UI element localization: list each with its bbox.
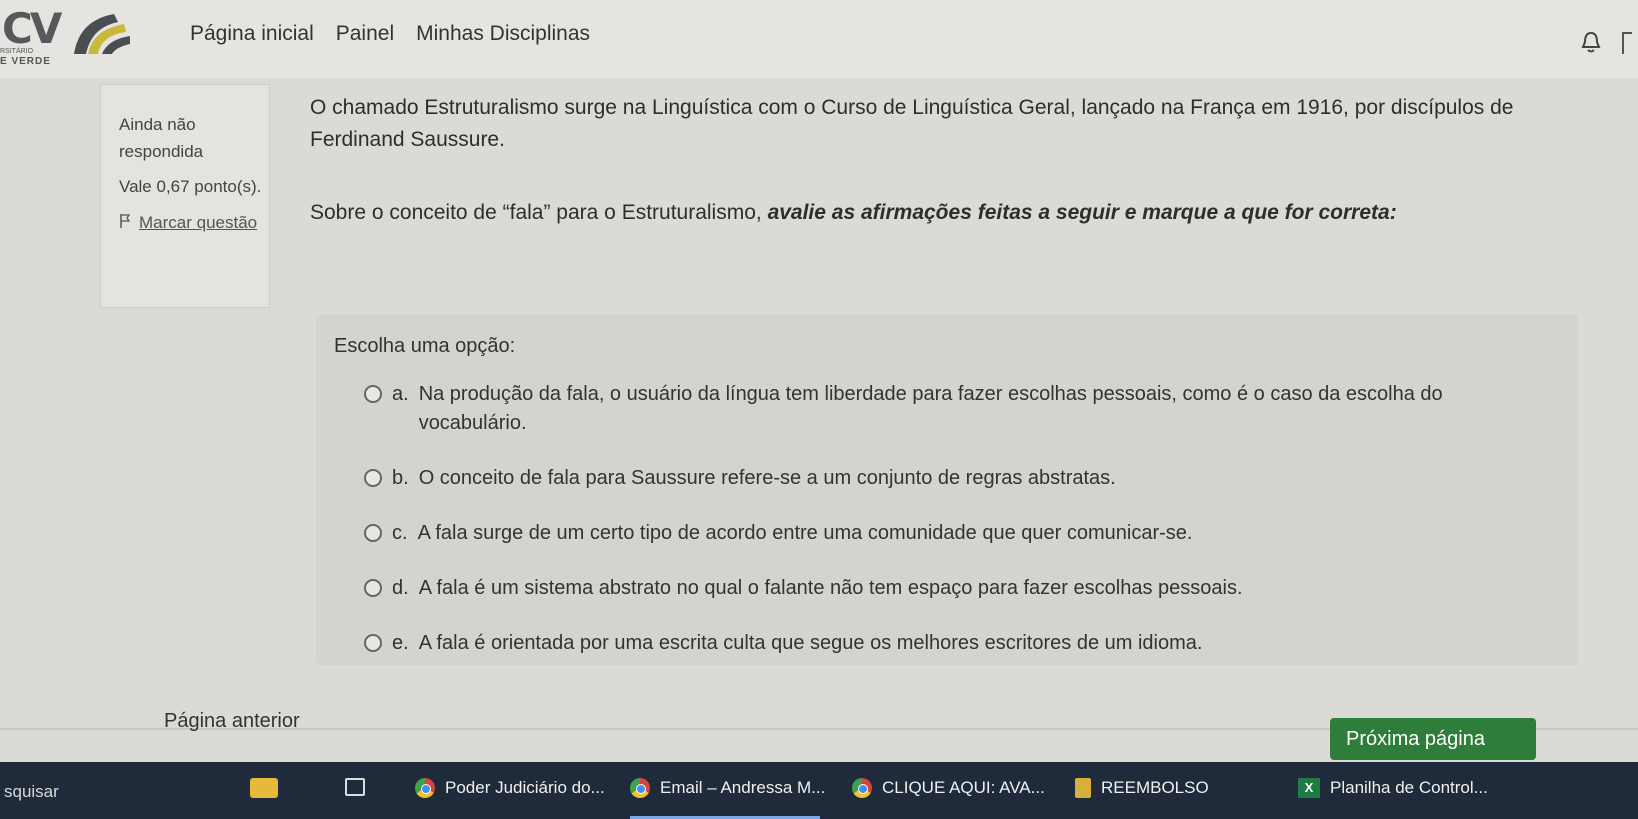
flag-question-label: Marcar questão [139, 212, 258, 232]
bell-icon[interactable] [1580, 30, 1602, 54]
chrome-icon [852, 778, 872, 798]
option-text: A fala é um sistema abstrato no qual o f… [418, 577, 1243, 599]
flag-icon [120, 213, 131, 228]
taskbar-item-reembolso[interactable]: REEMBOLSO [1075, 778, 1209, 798]
radio-button[interactable] [364, 524, 382, 542]
question-paragraph-1: O chamado Estruturalismo surge na Linguí… [310, 96, 1514, 151]
option-letter: d. [392, 577, 409, 599]
user-menu-edge[interactable] [1622, 32, 1632, 54]
taskbar-file-explorer[interactable] [250, 778, 278, 798]
nav-link-home[interactable]: Página inicial [190, 22, 314, 46]
option-letter: a. [392, 383, 409, 405]
logo-small-text: RSITÁRIO [0, 48, 34, 55]
option-text: O conceito de fala para Saussure refere-… [418, 467, 1116, 489]
question-paragraph-2-emphasis: avalie as afirmações feitas a seguir e m… [767, 201, 1397, 224]
question-text: O chamado Estruturalismo surge na Linguí… [310, 92, 1600, 229]
excel-icon: X [1298, 778, 1320, 798]
radio-button[interactable] [364, 634, 382, 652]
option-letter: e. [392, 632, 409, 654]
taskbar-search[interactable]: squisar [0, 772, 230, 808]
answer-option-a[interactable]: a. Na produção da fala, o usuário da lín… [364, 380, 1560, 438]
option-letter: b. [392, 467, 409, 489]
option-text: Na produção da fala, o usuário da língua… [418, 383, 1443, 434]
radio-button[interactable] [364, 579, 382, 597]
site-logo[interactable]: CV RSITÁRIO E VERDE [0, 4, 150, 67]
logo-bottom-text: E VERDE [0, 56, 51, 67]
taskbar-item-label: Poder Judiciário do... [445, 778, 605, 797]
nav-link-my-courses[interactable]: Minhas Disciplinas [416, 22, 590, 46]
answer-option-d[interactable]: d. A fala é um sistema abstrato no qual … [364, 574, 1560, 603]
taskbar-item-poder-judiciario[interactable]: Poder Judiciário do... [415, 778, 605, 798]
logo-mark-icon [74, 14, 130, 54]
nav-links: Página inicial Painel Minhas Disciplinas [190, 22, 590, 46]
answer-prompt: Escolha uma opção: [334, 335, 516, 357]
option-text: A fala surge de um certo tipo de acordo … [417, 522, 1193, 544]
taskbar-item-label: Email – Andressa M... [660, 778, 826, 797]
taskbar-item-planilha[interactable]: X Planilha de Control... [1298, 778, 1488, 798]
chrome-icon [415, 778, 435, 798]
question-paragraph-2-plain: Sobre o conceito de “fala” para o Estrut… [310, 201, 768, 224]
book-icon [1075, 778, 1091, 798]
option-text: A fala é orientada por uma escrita culta… [418, 632, 1203, 654]
taskbar-item-label: Planilha de Control... [1330, 778, 1488, 797]
taskbar-item-label: REEMBOLSO [1101, 778, 1209, 797]
taskbar-item-email[interactable]: Email – Andressa M... [630, 778, 825, 798]
question-paragraph-2: Sobre o conceito de “fala” para o Estrut… [310, 197, 1600, 229]
taskbar-item-label: CLIQUE AQUI: AVA... [882, 778, 1045, 797]
chrome-icon [630, 778, 650, 798]
answer-option-c[interactable]: c. A fala surge de um certo tipo de acor… [364, 519, 1560, 548]
radio-button[interactable] [364, 469, 382, 487]
next-page-button[interactable]: Próxima página [1330, 718, 1536, 760]
question-info-box: Ainda não respondida Vale 0,67 ponto(s).… [100, 84, 270, 308]
os-taskbar: squisar Poder Judiciário do... Email – A… [0, 762, 1638, 819]
folder-icon [250, 778, 278, 798]
top-navbar: CV RSITÁRIO E VERDE Página inicial Paine… [0, 0, 1638, 78]
task-view-icon [345, 778, 365, 796]
option-letter: c. [392, 522, 408, 544]
taskbar-item-clique-aqui[interactable]: CLIQUE AQUI: AVA... [852, 778, 1045, 798]
flag-question-link[interactable]: Marcar questão [119, 209, 269, 236]
question-grade: Vale 0,67 ponto(s). [119, 177, 262, 197]
nav-link-dashboard[interactable]: Painel [336, 22, 394, 46]
answer-panel: Escolha uma opção: a. Na produção da fal… [316, 315, 1578, 665]
radio-button[interactable] [364, 385, 382, 403]
previous-page-button[interactable]: Página anterior [150, 706, 340, 740]
logo-text: CV [2, 4, 62, 53]
question-status: Ainda não respondida [119, 115, 204, 162]
answer-option-e[interactable]: e. A fala é orientada por uma escrita cu… [364, 629, 1560, 658]
answer-option-b[interactable]: b. O conceito de fala para Saussure refe… [364, 464, 1560, 493]
taskbar-task-view[interactable] [345, 778, 365, 796]
